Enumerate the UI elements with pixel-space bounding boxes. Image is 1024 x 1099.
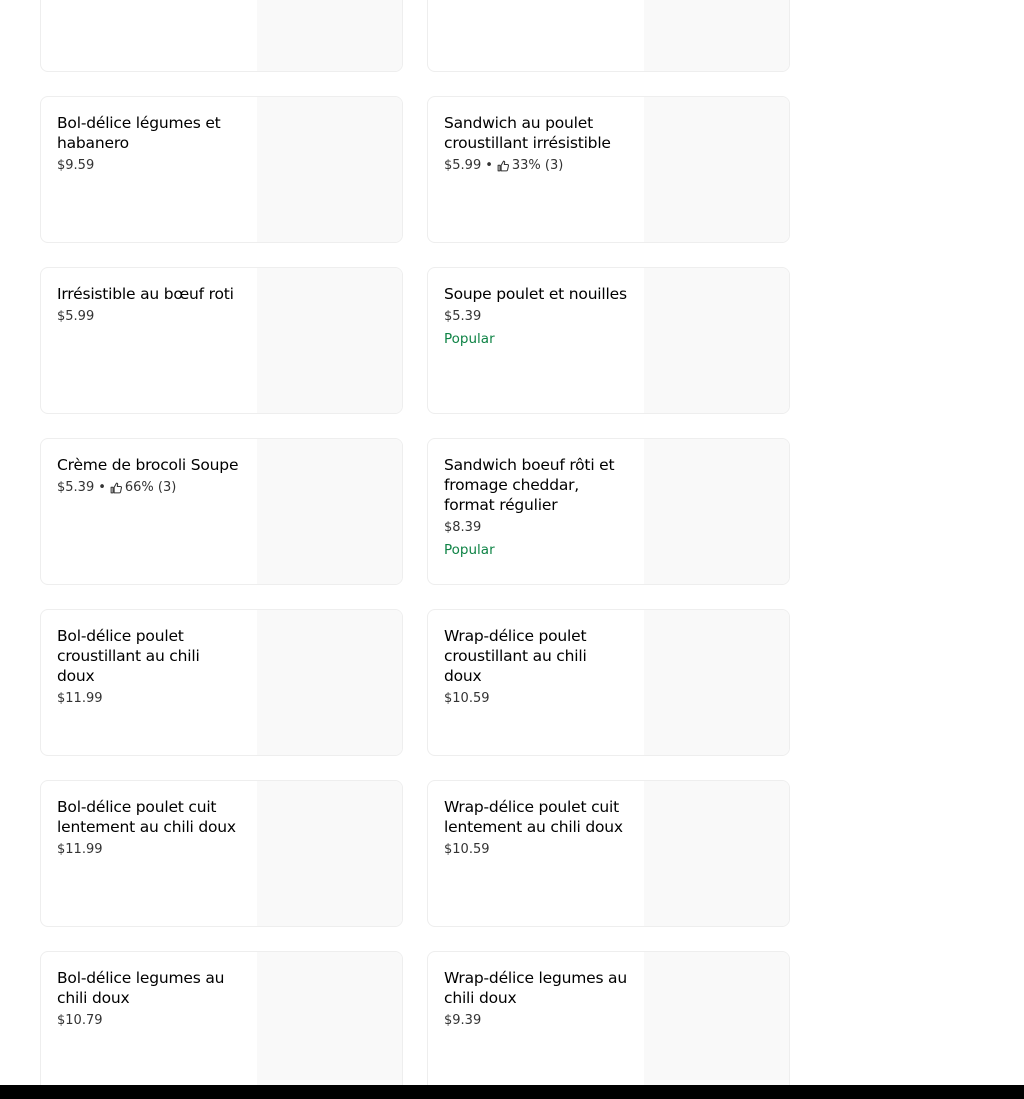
menu-item-details: Bol-délice legumes au chili doux $10.79 [57, 968, 241, 1030]
menu-item-meta: $11.99 [57, 690, 241, 708]
menu-item-details: Sandwich boeuf rôti et fromage cheddar, … [444, 455, 628, 559]
menu-item-name: Wrap-délice poulet croustillant au chili… [444, 627, 587, 685]
menu-item-name: Irrésistible au bœuf roti [57, 285, 234, 303]
menu-item-details: Soupe poulet et nouilles $5.39 Popular [444, 284, 628, 348]
menu-item-image [257, 97, 402, 242]
menu-item-card[interactable]: $6.29 [40, 0, 403, 72]
menu-item-meta: $9.59 [57, 157, 241, 175]
menu-item-card[interactable]: Sandwich boeuf rôti et fromage cheddar, … [427, 438, 790, 585]
menu-item-name: Sandwich boeuf rôti et fromage cheddar, … [444, 456, 615, 514]
popular-badge: Popular [444, 331, 495, 347]
menu-item-image [644, 952, 789, 1097]
menu-item-image [257, 781, 402, 926]
menu-item-meta: $5.39 • 66% (3) [57, 479, 241, 497]
menu-item-image [644, 268, 789, 413]
menu-item-image [257, 439, 402, 584]
menu-item-image [257, 610, 402, 755]
menu-item-image [257, 952, 402, 1097]
menu-item-name: Soupe poulet et nouilles [444, 285, 627, 303]
menu-item-price: $10.79 [57, 1013, 103, 1028]
menu-item-image [644, 0, 789, 71]
menu-item-price: $8.39 [444, 520, 482, 535]
menu-item-name: Wrap-délice poulet cuit lentement au chi… [444, 798, 623, 836]
menu-item-price: $10.59 [444, 842, 490, 857]
menu-item-price: $9.59 [57, 158, 95, 173]
menu-item-price: $5.99 [57, 309, 95, 324]
menu-item-rating: 33% (3) [511, 158, 564, 173]
menu-item-price: $11.99 [57, 842, 103, 857]
menu-item-details: Wrap-délice poulet croustillant au chili… [444, 626, 628, 708]
menu-item-price: $5.99 [444, 158, 482, 173]
menu-item-details: Crème de brocoli Soupe $5.39 • 66% (3) [57, 455, 241, 497]
menu-item-card[interactable]: Irrésistible au bœuf roti $5.99 [40, 267, 403, 414]
menu-item-name: Bol-délice legumes au chili doux [57, 969, 225, 1007]
bottom-bar [0, 1085, 1024, 1099]
menu-item-price: $5.39 [57, 480, 95, 495]
menu-item-name: Bol-délice légumes et habanero [57, 114, 221, 152]
menu-item-rating: 66% (3) [124, 480, 177, 495]
menu-item-details: Bol-délice légumes et habanero $9.59 [57, 113, 241, 175]
menu-item-meta: $10.59 [444, 841, 628, 859]
menu-item-image [644, 439, 789, 584]
menu-item-meta: $11.99 [57, 841, 241, 859]
menu-item-image [257, 0, 402, 71]
menu-item-meta: $10.59 [444, 690, 628, 708]
menu-item-details: Wrap-délice legumes au chili doux $9.39 [444, 968, 628, 1030]
menu-item-card[interactable]: Wrap-délice poulet croustillant au chili… [427, 609, 790, 756]
menu-item-card[interactable]: Wrap-délice poulet cuit lentement au chi… [427, 780, 790, 927]
menu-page: $6.29 $6.69 Bol-délice légumes et habanero… [0, 0, 1024, 1099]
menu-item-card[interactable]: Crème de brocoli Soupe $5.39 • 66% (3) [40, 438, 403, 585]
menu-item-name: Wrap-délice legumes au chili doux [444, 969, 627, 1007]
menu-item-card[interactable]: Sandwich au poulet croustillant irrésist… [427, 96, 790, 243]
menu-item-card[interactable]: $6.69 [427, 0, 790, 72]
menu-items-grid: $6.29 $6.69 Bol-délice légumes et habanero… [40, 0, 790, 1098]
menu-item-image [257, 268, 402, 413]
menu-item-name: Sandwich au poulet croustillant irrésist… [444, 114, 611, 152]
menu-item-image [644, 610, 789, 755]
menu-item-details: Sandwich au poulet croustillant irrésist… [444, 113, 628, 175]
popular-badge: Popular [444, 542, 495, 558]
menu-item-meta: $5.99 • 33% (3) [444, 157, 628, 175]
menu-item-price: $11.99 [57, 691, 103, 706]
menu-item-image [644, 97, 789, 242]
menu-item-card[interactable]: Soupe poulet et nouilles $5.39 Popular [427, 267, 790, 414]
menu-item-card[interactable]: Bol-délice poulet cuit lentement au chil… [40, 780, 403, 927]
meta-separator: • [98, 480, 106, 495]
menu-item-name: Crème de brocoli Soupe [57, 456, 239, 474]
menu-item-meta: $5.99 [57, 308, 241, 326]
menu-item-name: Bol-délice poulet cuit lentement au chil… [57, 798, 236, 836]
menu-item-price: $10.59 [444, 691, 490, 706]
menu-item-details: Bol-délice poulet cuit lentement au chil… [57, 797, 241, 859]
menu-item-meta: $10.79 [57, 1012, 241, 1030]
thumbs-up-icon [110, 482, 122, 494]
menu-item-card[interactable]: Bol-délice légumes et habanero $9.59 [40, 96, 403, 243]
menu-item-card[interactable]: Wrap-délice legumes au chili doux $9.39 [427, 951, 790, 1098]
menu-item-card[interactable]: Bol-délice poulet croustillant au chili … [40, 609, 403, 756]
menu-item-meta: $8.39 [444, 519, 628, 537]
menu-item-meta: $9.39 [444, 1012, 628, 1030]
menu-item-price: $5.39 [444, 309, 482, 324]
menu-item-name: Bol-délice poulet croustillant au chili … [57, 627, 200, 685]
thumbs-up-icon [497, 160, 509, 172]
menu-item-price: $9.39 [444, 1013, 482, 1028]
menu-item-meta: $5.39 [444, 308, 628, 326]
menu-item-card[interactable]: Bol-délice legumes au chili doux $10.79 [40, 951, 403, 1098]
meta-separator: • [485, 158, 493, 173]
menu-item-details: Bol-délice poulet croustillant au chili … [57, 626, 241, 708]
menu-item-details: Irrésistible au bœuf roti $5.99 [57, 284, 241, 326]
menu-item-details: Wrap-délice poulet cuit lentement au chi… [444, 797, 628, 859]
menu-item-image [644, 781, 789, 926]
